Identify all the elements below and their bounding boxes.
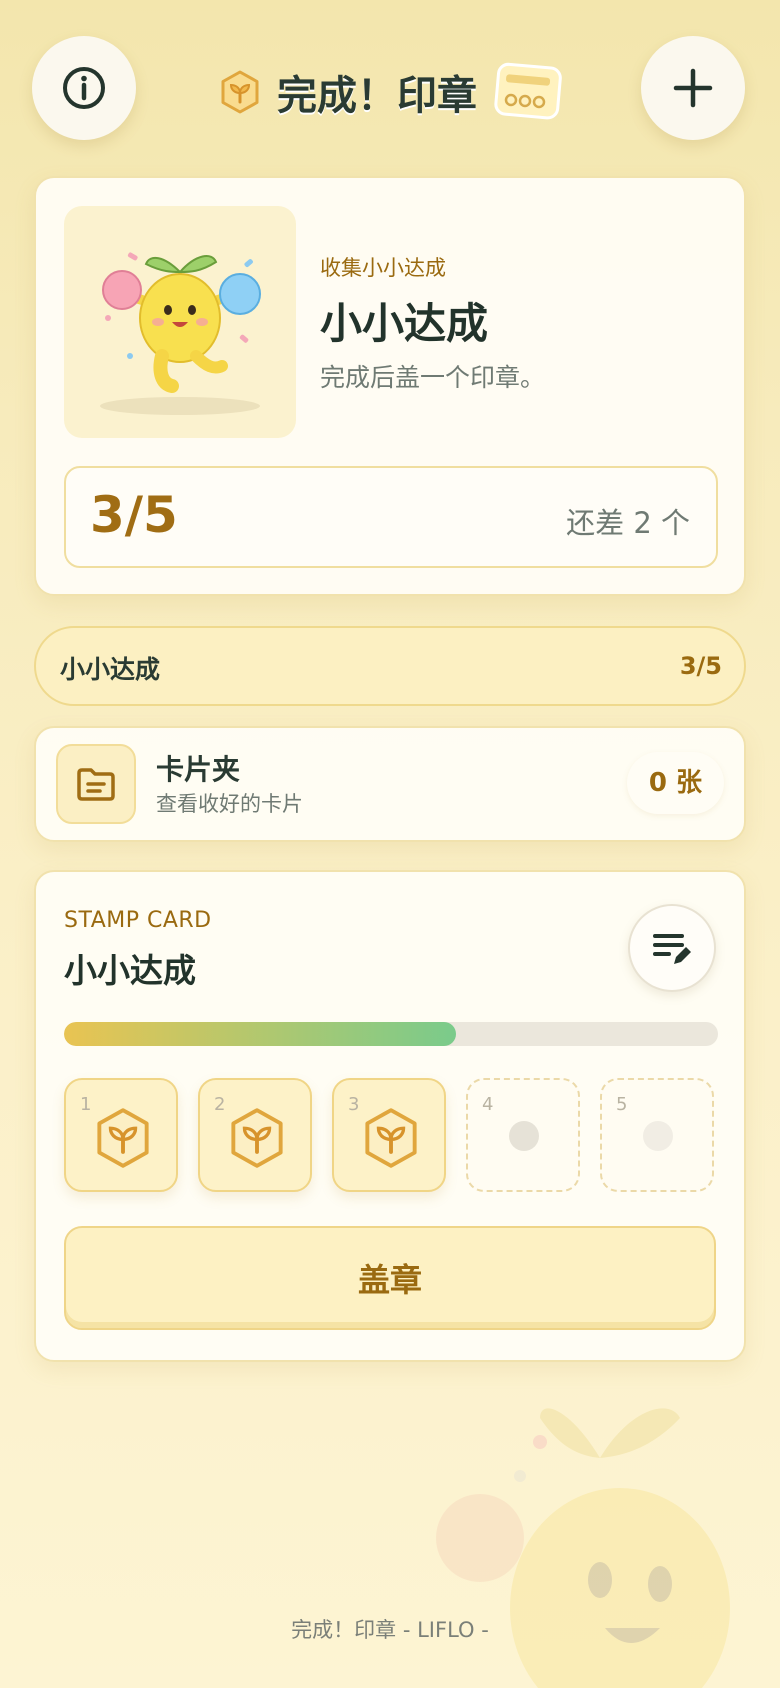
stamp-slot-4[interactable]: 4 bbox=[466, 1078, 580, 1192]
stamp-progress-fill bbox=[64, 1022, 457, 1046]
add-button[interactable] bbox=[641, 36, 745, 140]
seed-hexagon-icon bbox=[221, 70, 259, 114]
slot-number: 5 bbox=[616, 1094, 628, 1115]
folder-count-badge: 0 张 bbox=[626, 752, 724, 814]
stamp-slot-5[interactable]: 5 bbox=[600, 1078, 714, 1192]
progress-count: 3/5 bbox=[90, 486, 178, 544]
slot-number: 4 bbox=[482, 1094, 494, 1115]
seed-hexagon-icon bbox=[97, 1108, 149, 1168]
plus-icon bbox=[673, 68, 713, 108]
stamp-slot-1[interactable]: 1 bbox=[64, 1078, 178, 1192]
mascot-frame bbox=[64, 206, 296, 438]
empty-slot-dot bbox=[643, 1121, 673, 1151]
selector-count: 3/5 bbox=[679, 652, 722, 680]
hero-description: 完成后盖一个印章。 bbox=[320, 363, 546, 392]
stamp-slot-3[interactable]: 3 bbox=[332, 1078, 446, 1192]
edit-card-button[interactable] bbox=[628, 904, 716, 992]
card-folder-row[interactable]: 卡片夹 查看收好的卡片 0 张 bbox=[34, 726, 746, 842]
remaining-count: 还差 2 个 bbox=[566, 506, 690, 540]
stamp-card-overline: STAMP CARD bbox=[64, 908, 212, 933]
slot-number: 2 bbox=[214, 1094, 226, 1115]
empty-slot-dot bbox=[509, 1121, 539, 1151]
selector-label: 小小达成 bbox=[60, 655, 161, 684]
slot-number: 1 bbox=[80, 1094, 92, 1115]
stamp-button-label: 盖章 bbox=[357, 1261, 422, 1299]
stamp-button[interactable]: 盖章 bbox=[64, 1226, 716, 1330]
card-selector[interactable]: 小小达成 3/5 bbox=[34, 626, 746, 706]
hero-progress: 3/5 还差 2 个 bbox=[64, 466, 718, 568]
folder-title: 卡片夹 bbox=[156, 753, 241, 786]
slot-number: 3 bbox=[348, 1094, 360, 1115]
hero-title: 小小达成 bbox=[320, 299, 489, 348]
folder-subtitle: 查看收好的卡片 bbox=[156, 792, 303, 816]
folder-icon-box bbox=[56, 744, 136, 824]
stamp-card-title: 小小达成 bbox=[64, 951, 196, 990]
stamp-slot-2[interactable]: 2 bbox=[198, 1078, 312, 1192]
mascot-illustration bbox=[100, 252, 261, 415]
seed-hexagon-icon bbox=[365, 1108, 417, 1168]
footer-text: 完成！印章 - LIFLO - bbox=[291, 1618, 489, 1642]
stamp-card-icon bbox=[494, 62, 562, 120]
hero-caption: 收集小小达成 bbox=[320, 256, 446, 280]
stamp-progress-track bbox=[64, 1022, 718, 1046]
seed-hexagon-icon bbox=[231, 1108, 283, 1168]
app-title: 完成！印章 bbox=[277, 73, 477, 119]
folder-icon bbox=[77, 768, 115, 801]
edit-list-icon bbox=[653, 934, 691, 964]
hero-card: 收集小小达成 小小达成 完成后盖一个印章。 3/5 还差 2 个 bbox=[34, 176, 746, 596]
